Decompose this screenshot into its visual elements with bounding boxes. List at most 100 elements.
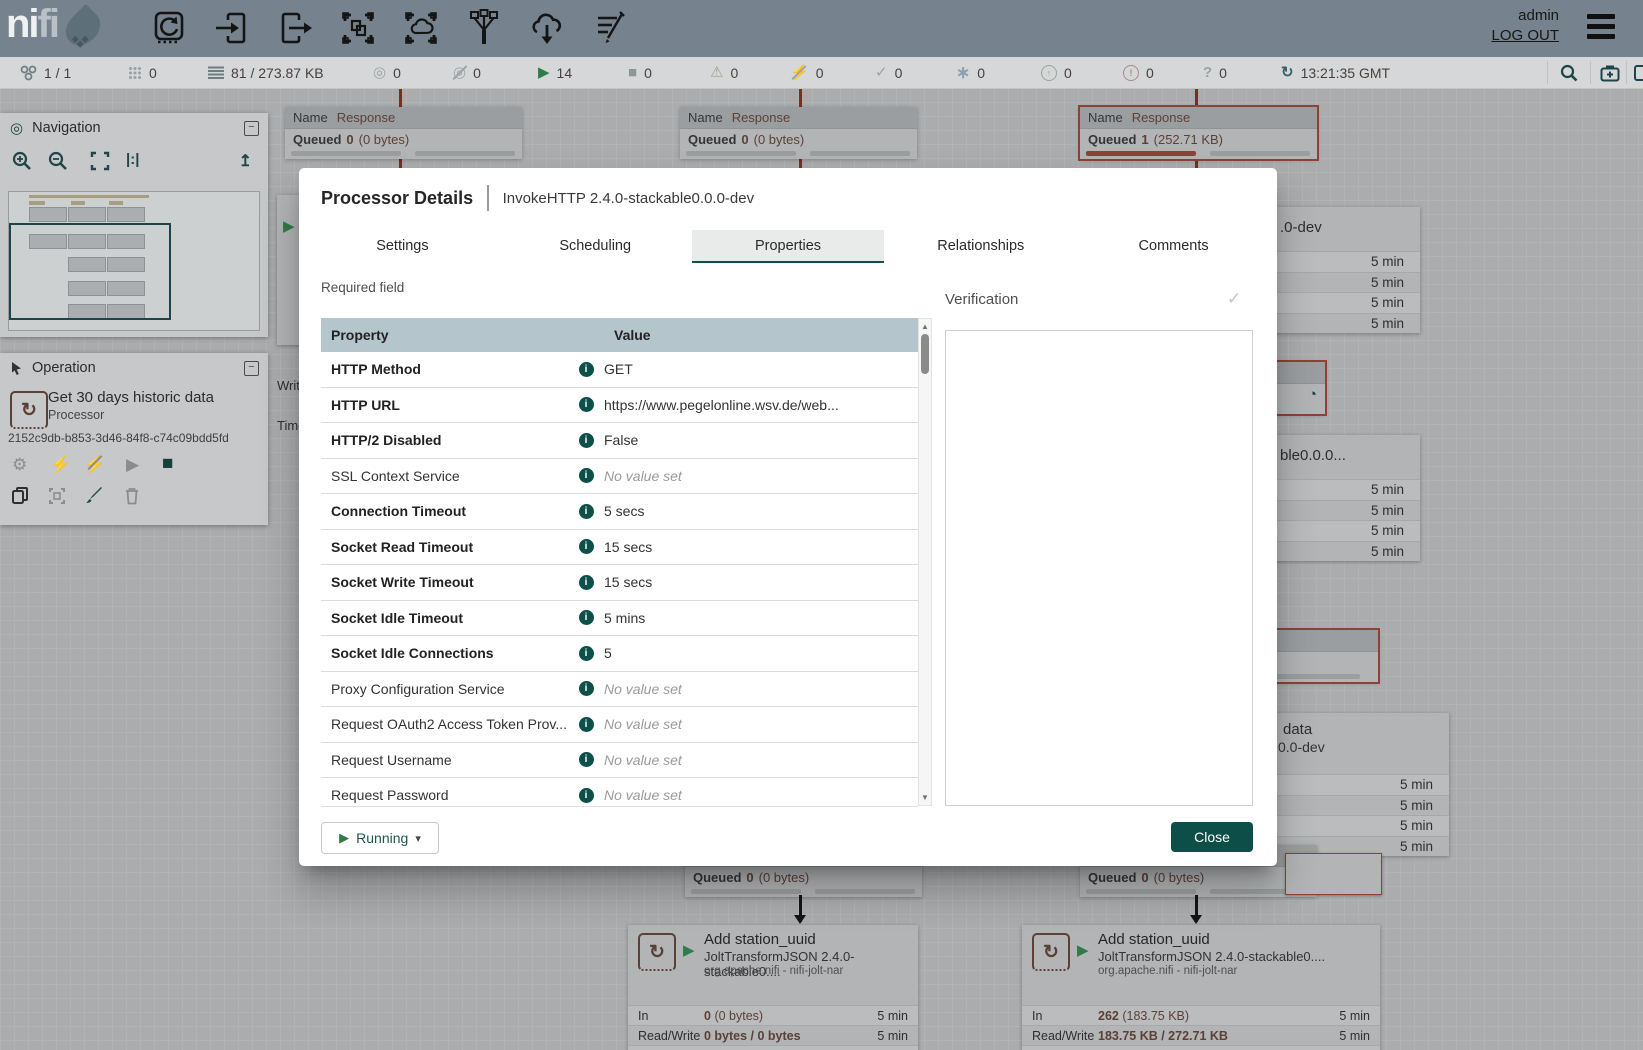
property-row[interactable]: Socket Write Timeout i 15 secs [321,565,918,601]
tab-relationships[interactable]: Relationships [884,230,1077,263]
enable-icon[interactable]: ⚡ [50,455,71,475]
process-group-icon[interactable] [337,7,379,49]
info-icon[interactable]: i [568,646,604,661]
current-user: admin [1491,7,1559,24]
property-value: No value set [604,468,918,484]
property-row[interactable]: Socket Read Timeout i 15 secs [321,530,918,566]
funnel-icon[interactable] [463,7,505,49]
processor[interactable]: ↻ ▶ Add station_uuid JoltTransformJSON 2… [628,925,918,1050]
leave-group-icon[interactable]: ↥ [239,151,252,171]
scroll-up-icon[interactable]: ▲ [919,322,931,331]
run-status-button[interactable]: ▶ Running ▾ [321,822,439,854]
queued-label: Queued [1088,132,1136,147]
locally-modified-count: 0 [977,65,985,81]
property-row[interactable]: Request Password i No value set [321,778,918,807]
queue-bars [685,888,922,897]
disabled-count: 0 [816,65,824,81]
refresh-icon[interactable]: ↻ [1281,65,1294,80]
remote-process-group-icon[interactable] [400,7,442,49]
property-row[interactable]: SSL Context Service i No value set [321,459,918,495]
birdseye-minimap[interactable] [8,191,260,331]
close-button[interactable]: Close [1171,822,1253,852]
bulletin-board-icon[interactable] [1634,57,1643,88]
scroll-down-icon[interactable]: ▼ [919,793,931,802]
connection-label[interactable]: NameResponse Queued0(0 bytes) [680,107,917,159]
stat-rows: In0 (0 bytes)5 min Read/Write0 bytes / 0… [628,1005,918,1050]
dialog-tabs: Settings Scheduling Properties Relations… [306,230,1270,263]
running-icon: ▶ [1077,941,1089,959]
connection-label[interactable]: NameResponse Queued0(0 bytes) [285,107,522,159]
connection-line [399,88,402,109]
property-row[interactable]: Request Username i No value set [321,743,918,779]
tab-settings[interactable]: Settings [306,230,499,263]
property-name: Request Username [321,752,568,768]
info-icon[interactable]: i [568,539,604,554]
collapse-icon[interactable]: − [244,121,259,136]
connection-label-fragment[interactable] [1285,853,1382,895]
property-row[interactable]: Proxy Configuration Service i No value s… [321,672,918,708]
info-icon[interactable]: i [568,575,604,590]
property-row[interactable]: HTTP Method i GET [321,352,918,388]
search-icon[interactable] [1560,57,1578,88]
property-value: 15 secs [604,574,918,590]
info-icon[interactable]: i [568,681,604,696]
locally-modified-icon: ∗ [956,64,970,81]
stat-rows: In262 (183.75 KB)5 min Read/Write183.75 … [1022,1005,1380,1050]
tab-scheduling[interactable]: Scheduling [499,230,692,263]
color-brush-icon[interactable] [84,485,104,505]
template-download-icon[interactable] [526,7,568,49]
tab-properties[interactable]: Properties [692,230,885,263]
table-scrollbar[interactable]: ▲ ▼ [918,318,932,806]
verify-check-icon[interactable]: ✓ [1227,289,1241,309]
group-icon[interactable] [48,487,66,505]
zoom-fit-icon[interactable] [90,151,110,171]
first-aid-kit-icon[interactable] [1600,57,1620,88]
queued-size: (0 bytes) [359,132,410,147]
start-icon[interactable]: ▶ [126,455,139,475]
copy-icon[interactable] [12,487,29,505]
zoom-out-icon[interactable] [48,151,68,171]
processor[interactable]: ↻ ▶ Add station_uuid JoltTransformJSON 2… [1022,925,1380,1050]
delete-icon[interactable] [124,487,140,505]
output-port-icon[interactable] [274,7,316,49]
info-icon[interactable]: i [568,752,604,767]
property-row[interactable]: Connection Timeout i 5 secs [321,494,918,530]
info-icon[interactable]: i [568,610,604,625]
input-port-icon[interactable] [211,7,253,49]
queued-total: 81 / 273.87 KB [231,65,324,81]
info-icon[interactable]: i [568,362,604,377]
up-to-date-count: 0 [895,65,903,81]
property-row[interactable]: Request OAuth2 Access Token Prov... i No… [321,707,918,743]
queued-count: 1 [1141,132,1148,147]
connection-name: Response [1132,110,1191,125]
property-row[interactable]: HTTP/2 Disabled i False [321,423,918,459]
label-icon[interactable] [589,7,631,49]
collapse-icon[interactable]: − [244,361,259,376]
info-icon[interactable]: i [568,717,604,732]
connection-name-label: Name [688,110,723,125]
nifi-app: NameResponse Queued0(0 bytes) NameRespon… [0,0,1643,1050]
configure-icon[interactable]: ⚙ [12,455,27,475]
logout-link[interactable]: LOG OUT [1491,27,1559,44]
queued-size: (0 bytes) [754,132,805,147]
zoom-in-icon[interactable] [12,151,32,171]
connection-label-full[interactable]: NameResponse Queued1(252.71 KB) [1080,107,1317,159]
disable-icon[interactable]: ⚡ [84,455,105,475]
property-row[interactable]: Socket Idle Timeout i 5 mins [321,601,918,637]
info-icon[interactable]: i [568,788,604,803]
operation-panel: Operation − ↻ Get 30 days historic data … [0,353,268,525]
property-row[interactable]: HTTP URL i https://www.pegelonline.wsv.d… [321,388,918,424]
zoom-actual-icon[interactable]: |:| [126,151,139,168]
scrollbar-thumb[interactable] [921,334,929,374]
property-row[interactable]: Socket Idle Connections i 5 [321,636,918,672]
info-icon[interactable]: i [568,433,604,448]
global-menu-icon[interactable] [1587,14,1615,44]
tab-comments[interactable]: Comments [1077,230,1270,263]
stop-icon[interactable]: ■ [162,453,173,475]
queued-size: (0 bytes) [759,870,810,885]
info-icon[interactable]: i [568,468,604,483]
info-icon[interactable]: i [568,397,604,412]
info-icon[interactable]: i [568,504,604,519]
viewport-rectangle[interactable] [9,223,171,320]
processor-icon[interactable] [148,7,190,49]
